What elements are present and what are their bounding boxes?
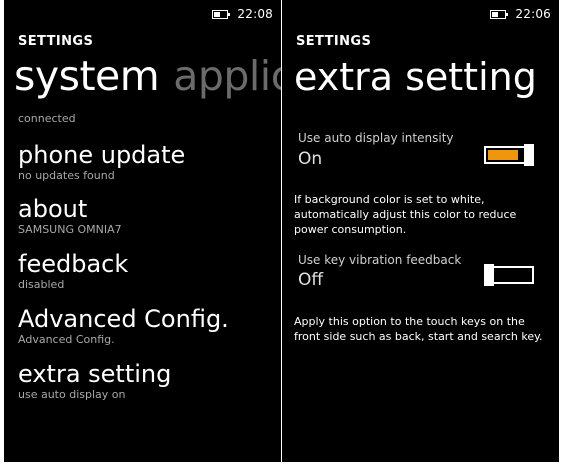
app-header: SETTINGS (18, 34, 94, 49)
key-vibration-toggle[interactable] (484, 264, 534, 286)
battery-icon (490, 9, 509, 19)
list-item-sub: SAMSUNG OMNIA7 (18, 223, 122, 236)
clock: 22:06 (515, 7, 551, 21)
pivot-item-applications[interactable]: applica (173, 52, 281, 100)
list-item-sub: Advanced Config. (18, 333, 115, 346)
toggle-knob[interactable] (524, 144, 534, 166)
toggle-track-fill (488, 150, 518, 160)
list-item-sub: no updates found (18, 169, 115, 182)
option-value-auto-display: On (298, 149, 323, 169)
list-item-title: phone update (18, 141, 186, 169)
phone-screen-system: 22:08 SETTINGS system applica connected p… (4, 0, 281, 462)
option-value-key-vibration: Off (298, 270, 324, 290)
phone-screen-extra-setting: 22:06 SETTINGS extra setting Use auto di… (282, 0, 559, 462)
list-item-title: feedback (18, 250, 129, 278)
option-label-auto-display: Use auto display intensity (298, 131, 454, 145)
option-description-auto-display: If background color is set to white, aut… (294, 193, 517, 236)
list-item-advanced-config[interactable]: Advanced Config. Advanced Config. (18, 305, 229, 346)
option-label-key-vibration: Use key vibration feedback (298, 253, 462, 267)
list-item-title: extra setting (18, 360, 172, 388)
page-title: extra setting (294, 55, 537, 99)
list-item-title: about (18, 195, 88, 223)
list-item-extra-setting[interactable]: extra setting use auto display on (18, 360, 171, 401)
pivot-header: system applica (14, 52, 281, 100)
status-bar: 22:08 (212, 6, 273, 22)
clock: 22:08 (237, 7, 273, 21)
auto-display-toggle[interactable] (484, 144, 534, 166)
pivot-item-system[interactable]: system (14, 52, 160, 100)
toggle-knob[interactable] (484, 264, 494, 286)
list-item-feedback[interactable]: feedback disabled (18, 250, 128, 291)
list-item-about[interactable]: about SAMSUNG OMNIA7 (18, 195, 122, 236)
battery-icon (212, 9, 231, 19)
list-item-connected-sub: connected (18, 112, 76, 125)
status-bar: 22:06 (490, 6, 551, 22)
option-description-key-vibration: Apply this option to the touch keys on t… (294, 315, 543, 343)
list-item-sub: disabled (18, 278, 65, 291)
list-item-sub: use auto display on (18, 388, 126, 401)
list-item-title: Advanced Config. (18, 305, 229, 333)
app-header: SETTINGS (296, 34, 372, 49)
list-item-phone-update[interactable]: phone update no updates found (18, 141, 185, 182)
list-item-sub: connected (18, 112, 76, 125)
